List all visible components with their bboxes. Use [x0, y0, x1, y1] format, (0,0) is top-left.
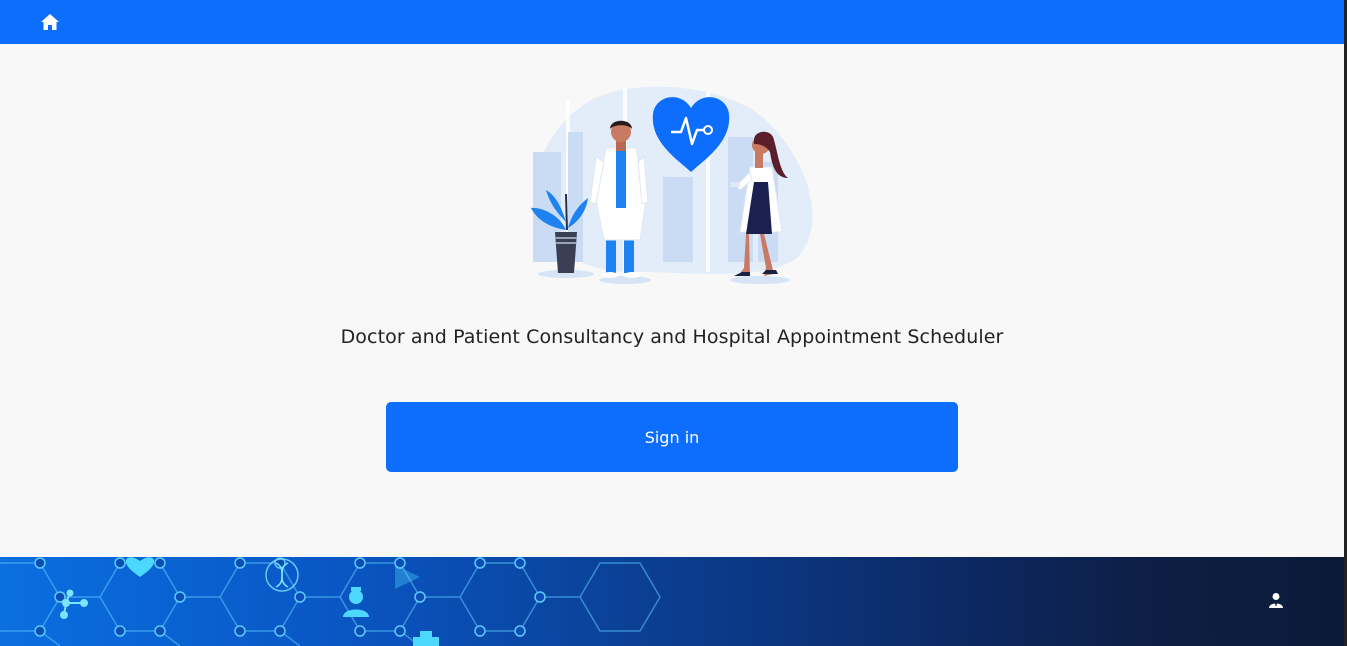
- sign-in-button[interactable]: Sign in: [386, 402, 958, 472]
- app-title: Doctor and Patient Consultancy and Hospi…: [340, 326, 1004, 348]
- main-content: Doctor and Patient Consultancy and Hospi…: [0, 44, 1344, 557]
- doctors-heart-illustration: [531, 86, 813, 284]
- footer: [0, 557, 1344, 646]
- top-navbar: [0, 0, 1344, 44]
- medical-hexagon-network: [0, 557, 661, 646]
- home-icon[interactable]: [38, 10, 62, 34]
- user-icon[interactable]: [1266, 590, 1286, 610]
